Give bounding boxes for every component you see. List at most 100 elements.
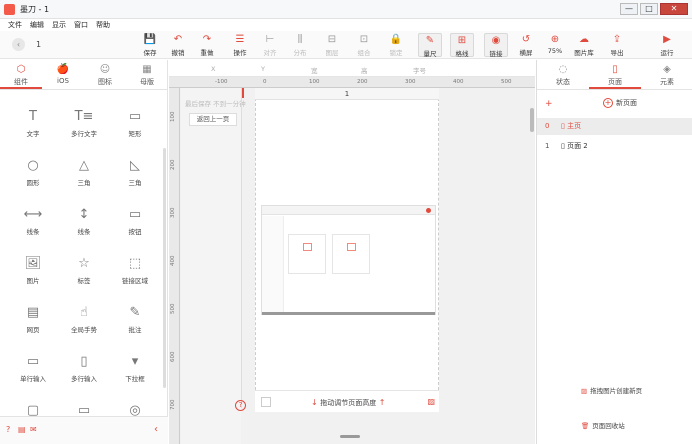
component-link-area[interactable]: ⬚ 链接区域 bbox=[110, 247, 160, 295]
component-multi-input[interactable]: ▯ 多行输入 bbox=[59, 345, 109, 393]
canvas-scrollbar[interactable] bbox=[530, 108, 534, 132]
zoom-icon: ⊕ bbox=[550, 34, 560, 45]
component-single-input[interactable]: ▭ 单行输入 bbox=[8, 345, 58, 393]
left-panel-tabs: ⬡ 组件 🍎 iOS ☺ 图标 ▦ 母版 bbox=[0, 60, 168, 90]
tool-ruler-button[interactable]: ✎ 量尺 bbox=[418, 33, 442, 58]
webpage-icon: ▤ bbox=[26, 305, 40, 320]
tab-emoji[interactable]: ☺ 图标 bbox=[84, 60, 126, 89]
tool-link-eye-button[interactable]: ◉ 链接 bbox=[484, 33, 508, 58]
trash-icon: 🗑 bbox=[581, 422, 590, 430]
ruler-tick: 700 bbox=[170, 399, 176, 411]
back-arrow-icon[interactable]: ‹ bbox=[12, 38, 25, 51]
component-comment[interactable]: ✎ 批注 bbox=[110, 296, 160, 344]
tab-element[interactable]: ◈ 元素 bbox=[641, 60, 692, 89]
embedded-screenshot[interactable] bbox=[261, 205, 436, 315]
go-back-button[interactable]: 返回上一页 bbox=[189, 113, 237, 126]
component-hline[interactable]: ⟷ 线条 bbox=[8, 198, 58, 246]
menu-window[interactable]: 窗口 bbox=[74, 20, 88, 30]
tab-master[interactable]: ▦ 母版 bbox=[126, 60, 168, 89]
component-triangle[interactable]: △ 三角 bbox=[59, 149, 109, 197]
tab-apple[interactable]: 🍎 iOS bbox=[42, 60, 84, 89]
tab-state[interactable]: ◌ 状态 bbox=[537, 60, 589, 89]
prop-x[interactable]: X bbox=[211, 65, 215, 73]
component-webpage[interactable]: ▤ 网页 bbox=[8, 296, 58, 344]
tool-distribute-button[interactable]: ⫼ 分布 bbox=[288, 33, 312, 57]
vline-icon: ↕ bbox=[78, 207, 90, 222]
component-multiline-text[interactable]: T≡ 多行文字 bbox=[59, 100, 109, 148]
minimize-button[interactable]: — bbox=[620, 3, 638, 15]
tool-label: 运行 bbox=[660, 49, 674, 57]
tool-grid-button[interactable]: ⊞ 格线 bbox=[450, 33, 474, 58]
close-button[interactable]: ✕ bbox=[660, 3, 688, 15]
component-gesture[interactable]: ☝ 全局手势 bbox=[59, 296, 109, 344]
question-mark-icon[interactable]: ? bbox=[235, 400, 246, 411]
tool-label: 保存 bbox=[143, 49, 157, 57]
page-row-home[interactable]: 0 ▯ 主页 bbox=[537, 118, 692, 135]
multiline-text-icon: T≡ bbox=[74, 109, 94, 124]
artboard-checkbox[interactable] bbox=[261, 397, 271, 407]
tool-image-library-button[interactable]: ☁ 图片库 bbox=[572, 33, 596, 57]
create-page-from-image[interactable]: ▨ 拖拽图片创建新页 bbox=[581, 385, 685, 398]
left-panel-scrollbar[interactable] bbox=[163, 148, 166, 388]
new-page-button[interactable]: + 新页面 bbox=[603, 98, 637, 108]
circle-icon: ○ bbox=[27, 158, 39, 173]
tool-label: 对齐 bbox=[263, 49, 277, 57]
operation-icon: ☰ bbox=[235, 34, 245, 45]
menu-help[interactable]: 帮助 bbox=[96, 20, 110, 30]
component-label: 批注 bbox=[128, 326, 142, 334]
component-label: 链接区域 bbox=[122, 277, 148, 285]
add-page-plus-icon[interactable]: + bbox=[545, 99, 553, 109]
grid-icon: ⊞ bbox=[457, 35, 467, 46]
tool-zoom-button[interactable]: ⊕ 75% bbox=[543, 33, 567, 57]
tool-label: 格线 bbox=[455, 50, 469, 58]
help-circle-icon[interactable]: ? bbox=[6, 425, 10, 434]
component-circle[interactable]: ○ 圆形 bbox=[8, 149, 58, 197]
tool-group-button[interactable]: ⊡ 组合 bbox=[352, 33, 376, 57]
menu-view[interactable]: 显示 bbox=[52, 20, 66, 30]
mail-icon[interactable]: ✉ bbox=[30, 425, 37, 434]
tool-align-button[interactable]: ⊢ 对齐 bbox=[258, 33, 282, 57]
maximize-button[interactable]: □ bbox=[640, 3, 658, 15]
tab-component[interactable]: ⬡ 组件 bbox=[0, 60, 42, 89]
prop-font-size[interactable]: 字号 bbox=[413, 65, 426, 75]
tool-export-button[interactable]: ⇪ 导出 bbox=[605, 33, 629, 57]
menu-edit[interactable]: 编辑 bbox=[30, 20, 44, 30]
tool-redo-button[interactable]: ↷ 重做 bbox=[195, 33, 219, 57]
component-text[interactable]: T 文字 bbox=[8, 100, 58, 148]
triangle-icon: △ bbox=[79, 158, 89, 173]
menu-file[interactable]: 文件 bbox=[8, 20, 22, 30]
prop-width[interactable]: 宽 bbox=[311, 65, 318, 75]
drag-height-label: 拖动调节页面高度 bbox=[320, 399, 377, 407]
drag-height-hint[interactable]: ↓ 拖动调节页面高度 ↑ bbox=[311, 398, 386, 408]
tool-rotate-button[interactable]: ↺ 横屏 bbox=[514, 33, 538, 57]
component-tag[interactable]: ☆ 标签 bbox=[59, 247, 109, 295]
component-button[interactable]: ▭ 按钮 bbox=[110, 198, 160, 246]
tool-save-button[interactable]: 💾 保存 bbox=[138, 33, 162, 57]
page-row-2[interactable]: 1 ▯ 页面 2 bbox=[537, 138, 692, 155]
component-rectangle[interactable]: ▭ 矩形 bbox=[110, 100, 160, 148]
tool-run-button[interactable]: ▶ 运行 bbox=[655, 33, 679, 57]
canvas-area[interactable]: X Y 宽 高 字号 -100 0 100 200 300 400 500 10… bbox=[169, 60, 535, 444]
component-icon: ⬡ bbox=[16, 64, 26, 75]
bottom-resize-handle[interactable] bbox=[340, 435, 360, 438]
component-vline[interactable]: ↕ 线条 bbox=[59, 198, 109, 246]
tab-page[interactable]: ▯ 页面 bbox=[589, 60, 641, 89]
tool-lock-button[interactable]: 🔒 锁定 bbox=[384, 33, 408, 57]
component-dropdown[interactable]: ▾ 下拉框 bbox=[110, 345, 160, 393]
tool-operation-button[interactable]: ☰ 操作 bbox=[228, 33, 252, 57]
prop-height[interactable]: 高 bbox=[361, 65, 368, 75]
image-library-icon: ☁ bbox=[579, 34, 589, 45]
artboard-image-icon[interactable]: ▨ bbox=[427, 397, 435, 406]
current-page-number: 1 bbox=[36, 40, 42, 49]
component-right-triangle[interactable]: ◺ 三角 bbox=[110, 149, 160, 197]
page-trash-button[interactable]: 🗑 页面回收站 bbox=[581, 420, 685, 433]
ruler-tick: 200 bbox=[170, 159, 176, 171]
collapse-panel-button[interactable]: ‹ bbox=[154, 424, 158, 435]
tool-undo-button[interactable]: ↶ 撤销 bbox=[166, 33, 190, 57]
component-image[interactable]: 🖼 图片 bbox=[8, 247, 58, 295]
ruler-position-marker[interactable] bbox=[242, 88, 244, 98]
document-icon[interactable]: ▤ bbox=[18, 425, 26, 434]
tool-label: 撤销 bbox=[171, 49, 185, 57]
tool-layer-button[interactable]: ⊟ 图层 bbox=[320, 33, 344, 57]
prop-y[interactable]: Y bbox=[261, 65, 265, 73]
